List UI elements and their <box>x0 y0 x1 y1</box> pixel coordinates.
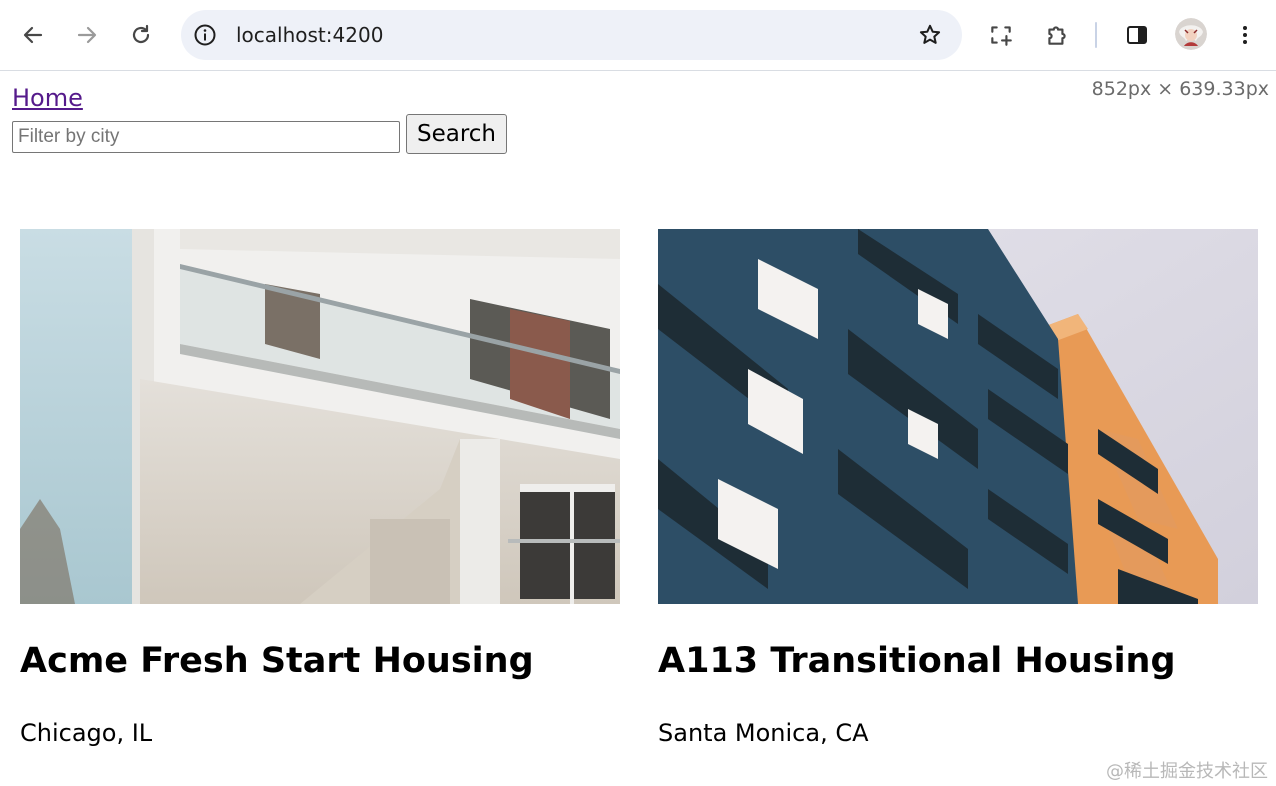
housing-card[interactable]: A113 Transitional Housing Santa Monica, … <box>658 229 1258 747</box>
address-bar[interactable]: localhost:4200 <box>181 10 962 60</box>
reload-icon <box>132 24 150 44</box>
home-link[interactable]: Home <box>12 84 83 112</box>
back-button[interactable] <box>15 17 51 53</box>
side-panel-button[interactable] <box>1119 17 1155 53</box>
reload-button[interactable] <box>123 17 159 53</box>
city-filter-input[interactable] <box>12 121 400 153</box>
extensions-button[interactable] <box>1039 17 1075 53</box>
screenshot-icon <box>991 26 1012 46</box>
browser-toolbar: localhost:4200 <box>0 0 1276 71</box>
screenshot-button[interactable] <box>983 17 1019 53</box>
search-button[interactable]: Search <box>406 114 507 154</box>
puzzle-icon <box>1048 26 1066 45</box>
arrow-left-icon <box>23 26 43 44</box>
listing-title: A113 Transitional Housing <box>658 641 1176 681</box>
listing-location: Santa Monica, CA <box>658 719 869 747</box>
avatar-image <box>1175 18 1207 50</box>
listing-title: Acme Fresh Start Housing <box>20 641 534 681</box>
viewport-dimensions: 852px × 639.33px <box>1091 78 1269 100</box>
housing-card[interactable]: Acme Fresh Start Housing Chicago, IL <box>20 229 620 747</box>
profile-avatar[interactable] <box>1175 18 1207 50</box>
kebab-menu-icon <box>1243 26 1247 44</box>
forward-button[interactable] <box>69 17 105 53</box>
side-panel-icon <box>1127 26 1147 44</box>
listing-location: Chicago, IL <box>20 719 153 747</box>
housing-photo <box>658 229 1258 604</box>
housing-photo <box>20 229 620 604</box>
menu-button[interactable] <box>1227 17 1263 53</box>
toolbar-divider <box>1095 22 1097 48</box>
info-icon[interactable] <box>193 23 217 47</box>
url-text[interactable]: localhost:4200 <box>236 10 383 60</box>
arrow-right-icon <box>77 26 97 44</box>
star-icon[interactable] <box>918 23 942 47</box>
watermark: @稀土掘金技术社区 <box>1106 761 1268 782</box>
